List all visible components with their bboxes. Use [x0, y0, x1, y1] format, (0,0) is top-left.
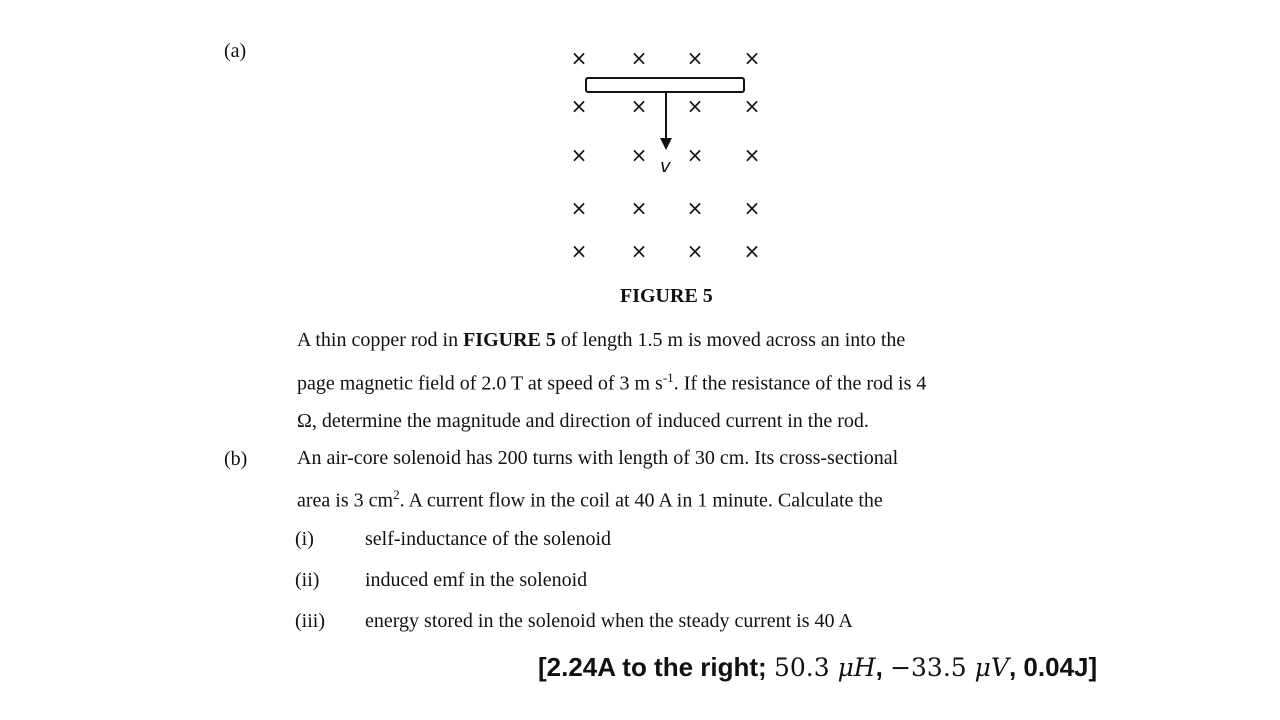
figure-caption: FIGURE 5	[620, 285, 713, 307]
sub-item-3-number: (iii)	[295, 610, 325, 632]
figure-5-diagram: × × × × × × × × × × × × × × × × × × × × v	[571, 46, 761, 263]
unit-exponent: -1	[662, 370, 674, 385]
field-cross: ×	[571, 239, 588, 263]
field-cross: ×	[571, 46, 588, 70]
field-cross: ×	[687, 46, 704, 70]
sub-item-1-text: self-inductance of the solenoid	[365, 528, 612, 550]
part-a-label: (a)	[224, 40, 247, 62]
sub-item-1-number: (i)	[295, 528, 314, 550]
field-cross: ×	[687, 196, 704, 220]
answer-key: [2.24A to the right; 50.3 μH, −33.5 μV, …	[538, 652, 1098, 682]
field-cross: ×	[631, 196, 648, 220]
question-a-line-2-pre: page magnetic field of 2.0 T at speed of…	[297, 372, 663, 395]
field-cross: ×	[687, 239, 704, 263]
question-b-line-2: area is 3 cm2. A current flow in the coi…	[297, 488, 883, 511]
field-cross: ×	[631, 143, 648, 167]
field-cross: ×	[631, 46, 648, 70]
answer-current: [2.24A to the right;	[538, 652, 774, 682]
field-cross: ×	[744, 143, 761, 167]
field-cross: ×	[687, 143, 704, 167]
field-cross: ×	[744, 94, 761, 118]
figure-reference: FIGURE 5	[463, 329, 556, 351]
question-a-line-1-pre: A thin copper rod in	[297, 329, 464, 351]
question-a-line-1: A thin copper rod in FIGURE 5 of length …	[297, 330, 905, 350]
field-cross: ×	[571, 94, 588, 118]
sub-item-2-text: induced emf in the solenoid	[365, 569, 588, 591]
answer-emf: −33.5 μV	[890, 653, 1009, 682]
part-b-label: (b)	[224, 448, 248, 470]
field-cross: ×	[571, 143, 588, 167]
question-a-line-2: page magnetic field of 2.0 T at speed of…	[297, 371, 926, 394]
sub-item-3-text: energy stored in the solenoid when the s…	[365, 610, 853, 632]
velocity-arrow-head	[660, 138, 672, 150]
sub-item-2-number: (ii)	[295, 569, 320, 591]
answer-inductance: 50.3 μH	[773, 653, 876, 682]
velocity-label: v	[660, 156, 671, 177]
question-a-line-2-post: . If the resistance of the rod is 4	[673, 372, 927, 395]
question-b-line-1: An air-core solenoid has 200 turns with …	[297, 447, 899, 469]
question-b-line-2-post: . A current flow in the coil at 40 A in …	[399, 489, 883, 512]
copper-rod	[585, 77, 745, 93]
question-b-line-2-pre: area is 3 cm	[297, 489, 394, 512]
question-a-line-3: Ω, determine the magnitude and direction…	[297, 410, 869, 432]
field-cross: ×	[744, 196, 761, 220]
field-cross: ×	[631, 94, 648, 118]
field-cross: ×	[744, 46, 761, 70]
field-cross: ×	[744, 239, 761, 263]
field-cross: ×	[631, 239, 648, 263]
question-a-line-1-post: of length 1.5 m is moved across an into …	[555, 329, 906, 351]
answer-energy: 0.04J]	[1023, 652, 1098, 682]
field-cross: ×	[687, 94, 704, 118]
field-cross: ×	[571, 196, 588, 220]
